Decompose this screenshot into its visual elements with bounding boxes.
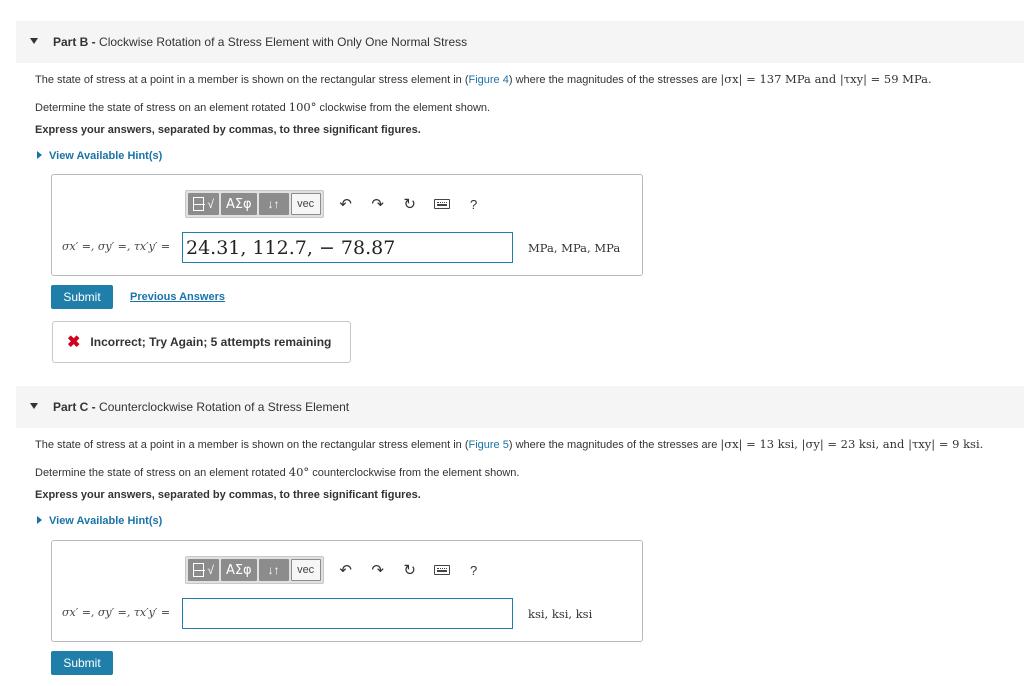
subscript-superscript-button[interactable]: ↓↑ (258, 559, 289, 581)
expand-triangle-icon (37, 151, 42, 159)
part-b-answer-box: √ ΑΣφ ↓↑ vec ↶ ↷ ↻ ? σx′ =, σy′ =, τx′y′… (51, 174, 643, 276)
answer-input[interactable]: 24.31, 112.7, − 78.87 (182, 232, 513, 263)
part-b-instructions: Express your answers, separated by comma… (35, 124, 421, 136)
answer-variables-label: σx′ =, σy′ =, τx′y′ = (62, 240, 171, 253)
keyboard-icon (433, 565, 450, 575)
previous-answers-link[interactable]: Previous Answers (130, 291, 225, 303)
vector-button[interactable]: vec (290, 193, 321, 215)
part-c-instructions: Express your answers, separated by comma… (35, 489, 421, 501)
part-b-header[interactable]: Part B - Clockwise Rotation of a Stress … (16, 21, 1024, 63)
undo-icon[interactable]: ↶ (330, 558, 362, 582)
fraction-template-icon (193, 197, 205, 211)
greek-symbols-button[interactable]: ΑΣφ (220, 559, 257, 581)
vector-button[interactable]: vec (290, 559, 321, 581)
redo-icon[interactable]: ↷ (362, 192, 394, 216)
part-b-problem: The state of stress at a point in a memb… (35, 72, 932, 86)
units-label: MPa, MPa, MPa (528, 241, 621, 255)
part-b-hint-link[interactable]: View Available Hint(s) (37, 150, 162, 162)
part-b-determine: Determine the state of stress on an elem… (35, 100, 491, 114)
part-b-title: Part B - Clockwise Rotation of a Stress … (53, 35, 468, 49)
fraction-template-icon (193, 563, 205, 577)
submit-button[interactable]: Submit (51, 651, 113, 675)
feedback-box: ✖ Incorrect; Try Again; 5 attempts remai… (52, 321, 351, 363)
toolbar-group: √ ΑΣφ ↓↑ vec (185, 190, 324, 218)
submit-button[interactable]: Submit (51, 285, 113, 309)
reset-icon[interactable]: ↻ (394, 558, 426, 582)
part-c-header[interactable]: Part C - Counterclockwise Rotation of a … (16, 386, 1024, 428)
templates-button[interactable]: √ (188, 193, 219, 215)
collapse-caret-icon[interactable] (30, 38, 38, 44)
part-c-hint-link[interactable]: View Available Hint(s) (37, 515, 162, 527)
math-toolbar: √ ΑΣφ ↓↑ vec ↶ ↷ ↻ ? (185, 555, 490, 585)
part-c-title: Part C - Counterclockwise Rotation of a … (53, 400, 350, 414)
reset-icon[interactable]: ↻ (394, 192, 426, 216)
incorrect-x-icon: ✖ (67, 334, 81, 351)
greek-symbols-button[interactable]: ΑΣφ (220, 193, 257, 215)
expand-triangle-icon (37, 516, 42, 524)
toolbar-group: √ ΑΣφ ↓↑ vec (185, 556, 324, 584)
answer-input[interactable] (182, 598, 513, 629)
redo-icon[interactable]: ↷ (362, 558, 394, 582)
help-icon[interactable]: ? (458, 192, 490, 216)
help-icon[interactable]: ? (458, 558, 490, 582)
templates-button[interactable]: √ (188, 559, 219, 581)
keyboard-shortcuts-button[interactable] (426, 192, 458, 216)
keyboard-shortcuts-button[interactable] (426, 558, 458, 582)
units-label: ksi, ksi, ksi (528, 607, 593, 621)
answer-variables-label: σx′ =, σy′ =, τx′y′ = (62, 606, 171, 619)
undo-icon[interactable]: ↶ (330, 192, 362, 216)
collapse-caret-icon[interactable] (30, 403, 38, 409)
figure-5-link[interactable]: Figure 5 (469, 439, 509, 451)
subscript-superscript-button[interactable]: ↓↑ (258, 193, 289, 215)
math-toolbar: √ ΑΣφ ↓↑ vec ↶ ↷ ↻ ? (185, 189, 490, 219)
keyboard-icon (433, 199, 450, 209)
feedback-text: Incorrect; Try Again; 5 attempts remaini… (90, 335, 332, 349)
part-c-problem: The state of stress at a point in a memb… (35, 437, 984, 451)
part-c-answer-box: √ ΑΣφ ↓↑ vec ↶ ↷ ↻ ? σx′ =, σy′ =, τx′y′… (51, 540, 643, 642)
figure-4-link[interactable]: Figure 4 (469, 74, 509, 86)
part-c-determine: Determine the state of stress on an elem… (35, 465, 520, 479)
